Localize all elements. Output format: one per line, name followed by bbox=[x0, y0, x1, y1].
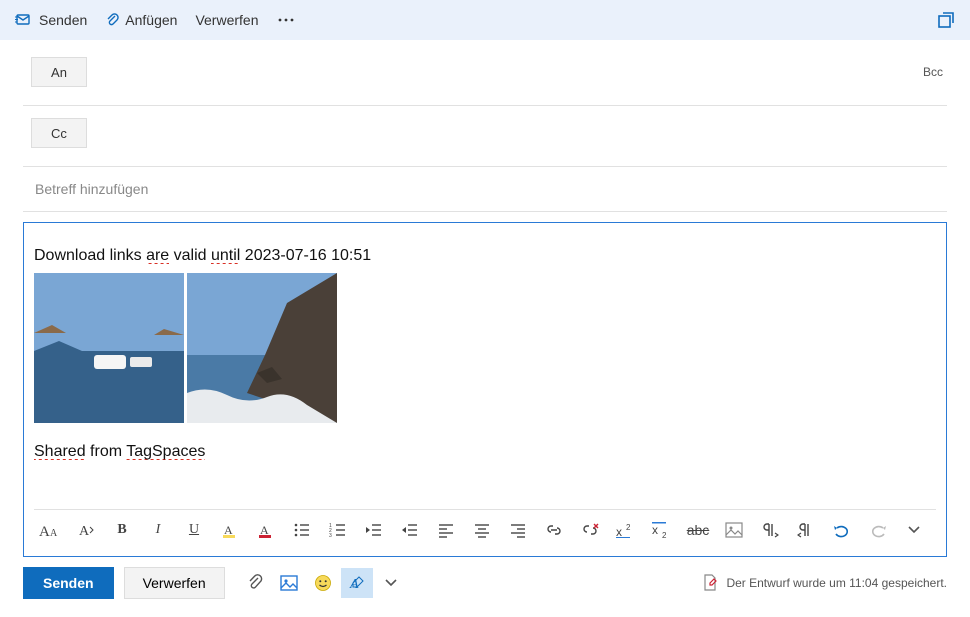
svg-text:A: A bbox=[260, 523, 269, 537]
subscript-button[interactable]: x2 bbox=[650, 518, 674, 542]
body-image-2[interactable] bbox=[187, 273, 337, 423]
attach-menu-label: Anfügen bbox=[125, 12, 177, 28]
indent-button[interactable] bbox=[398, 518, 422, 542]
send-button-label: Senden bbox=[43, 575, 94, 591]
font-button[interactable]: A bbox=[74, 518, 98, 542]
superscript-button[interactable]: x2 bbox=[614, 518, 638, 542]
draft-icon bbox=[702, 574, 718, 592]
svg-text:2: 2 bbox=[662, 531, 667, 538]
subject-input[interactable] bbox=[35, 181, 935, 197]
svg-text:A: A bbox=[224, 523, 233, 537]
to-label: An bbox=[51, 65, 67, 80]
svg-text:A: A bbox=[50, 528, 58, 539]
send-icon bbox=[15, 12, 33, 28]
send-button[interactable]: Senden bbox=[23, 567, 114, 599]
svg-text:2: 2 bbox=[626, 523, 631, 532]
discard-button[interactable]: Verwerfen bbox=[124, 567, 225, 599]
discard-menu-item[interactable]: Verwerfen bbox=[195, 12, 258, 28]
font-size-button[interactable]: AA bbox=[38, 518, 62, 542]
popout-icon bbox=[937, 11, 955, 29]
discard-button-label: Verwerfen bbox=[143, 575, 206, 591]
font-color-button[interactable]: A bbox=[254, 518, 278, 542]
body-images-row bbox=[34, 273, 936, 423]
more-icon bbox=[277, 16, 295, 24]
rtl-button[interactable] bbox=[794, 518, 818, 542]
bottom-more-button[interactable] bbox=[375, 568, 407, 598]
underline-button[interactable]: U bbox=[182, 518, 206, 542]
attach-file-button[interactable] bbox=[239, 568, 271, 598]
highlight-button[interactable]: A bbox=[218, 518, 242, 542]
bcc-toggle[interactable]: Bcc bbox=[923, 65, 947, 79]
toggle-format-button[interactable]: A bbox=[341, 568, 373, 598]
to-button[interactable]: An bbox=[31, 57, 87, 87]
svg-text:A: A bbox=[39, 524, 50, 539]
align-right-button[interactable] bbox=[506, 518, 530, 542]
body-signature: Shared from TagSpaces bbox=[34, 441, 936, 463]
strikethrough-button[interactable]: abc bbox=[686, 518, 710, 542]
link-button[interactable] bbox=[542, 518, 566, 542]
cc-row: Cc bbox=[23, 106, 947, 167]
ltr-button[interactable] bbox=[758, 518, 782, 542]
body-image-1[interactable] bbox=[34, 273, 184, 423]
svg-text:x: x bbox=[616, 525, 622, 538]
number-list-button[interactable]: 123 bbox=[326, 518, 350, 542]
format-toolbar: AA A B I U A A 123 bbox=[34, 509, 936, 546]
more-menu-item[interactable] bbox=[277, 16, 295, 24]
insert-picture-button[interactable] bbox=[273, 568, 305, 598]
send-menu-label: Senden bbox=[39, 12, 87, 28]
draft-status: Der Entwurf wurde um 11:04 gespeichert. bbox=[702, 574, 947, 592]
body-line-1: Download links are valid until 2023-07-1… bbox=[34, 245, 936, 267]
svg-text:3: 3 bbox=[329, 533, 332, 538]
bold-button[interactable]: B bbox=[110, 518, 134, 542]
cc-label: Cc bbox=[51, 126, 67, 141]
emoji-button[interactable] bbox=[307, 568, 339, 598]
insert-image-button[interactable] bbox=[722, 518, 746, 542]
italic-button[interactable]: I bbox=[146, 518, 170, 542]
send-menu-item[interactable]: Senden bbox=[15, 12, 87, 28]
attach-menu-item[interactable]: Anfügen bbox=[105, 12, 177, 28]
draft-status-text: Der Entwurf wurde um 11:04 gespeichert. bbox=[726, 576, 947, 590]
format-more-button[interactable] bbox=[902, 518, 926, 542]
cc-input[interactable] bbox=[99, 125, 947, 141]
svg-text:A: A bbox=[79, 524, 90, 539]
discard-menu-label: Verwerfen bbox=[195, 12, 258, 28]
svg-text:A: A bbox=[349, 577, 359, 592]
outdent-button[interactable] bbox=[362, 518, 386, 542]
popout-button[interactable] bbox=[937, 11, 955, 29]
bullet-list-button[interactable] bbox=[290, 518, 314, 542]
subject-row bbox=[23, 167, 947, 212]
align-center-button[interactable] bbox=[470, 518, 494, 542]
cc-button[interactable]: Cc bbox=[31, 118, 87, 148]
unlink-button[interactable] bbox=[578, 518, 602, 542]
undo-button[interactable] bbox=[830, 518, 854, 542]
to-input[interactable] bbox=[99, 64, 911, 80]
align-left-button[interactable] bbox=[434, 518, 458, 542]
redo-button[interactable] bbox=[866, 518, 890, 542]
paperclip-icon bbox=[105, 12, 119, 28]
svg-text:x: x bbox=[652, 523, 658, 537]
to-row: An Bcc bbox=[23, 45, 947, 106]
message-body[interactable]: Download links are valid until 2023-07-1… bbox=[34, 233, 936, 509]
